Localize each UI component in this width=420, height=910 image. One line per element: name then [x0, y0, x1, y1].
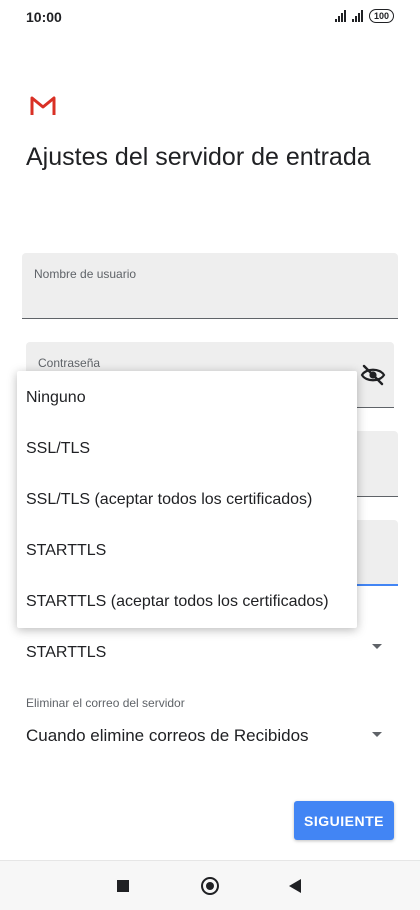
- status-time: 10:00: [26, 9, 62, 25]
- menu-item-starttls-all-certs[interactable]: STARTTLS (aceptar todos los certificados…: [26, 593, 329, 611]
- back-triangle-icon[interactable]: [289, 879, 301, 893]
- menu-item-ssl-tls[interactable]: SSL/TLS: [26, 440, 90, 458]
- next-button[interactable]: SIGUIENTE: [294, 801, 394, 840]
- signal-icon: [334, 10, 346, 22]
- username-field[interactable]: Nombre de usuario: [22, 253, 398, 319]
- signal-icon: [351, 10, 363, 22]
- menu-item-ninguno[interactable]: Ninguno: [26, 389, 86, 407]
- delete-mail-select[interactable]: Cuando elimine correos de Recibidos: [26, 726, 309, 746]
- gmail-logo-icon: [30, 96, 56, 115]
- battery-icon: 100: [368, 9, 394, 23]
- status-icons: 100: [334, 9, 394, 23]
- menu-item-ssl-tls-all-certs[interactable]: SSL/TLS (aceptar todos los certificados): [26, 491, 312, 509]
- chevron-down-icon[interactable]: [372, 732, 382, 737]
- security-type-menu: Ninguno SSL/TLS SSL/TLS (aceptar todos l…: [17, 371, 357, 628]
- password-label: Contraseña: [38, 356, 101, 370]
- recents-square-icon[interactable]: [117, 880, 129, 892]
- page-title: Ajustes del servidor de entrada: [26, 143, 371, 171]
- chevron-down-icon[interactable]: [372, 644, 382, 649]
- visibility-off-icon[interactable]: [360, 364, 386, 386]
- home-circle-icon[interactable]: [201, 877, 219, 895]
- security-select[interactable]: STARTTLS: [26, 644, 106, 662]
- navigation-bar: [0, 860, 420, 910]
- delete-mail-label: Eliminar el correo del servidor: [26, 696, 185, 710]
- menu-item-starttls[interactable]: STARTTLS: [26, 542, 106, 560]
- username-label: Nombre de usuario: [34, 267, 137, 281]
